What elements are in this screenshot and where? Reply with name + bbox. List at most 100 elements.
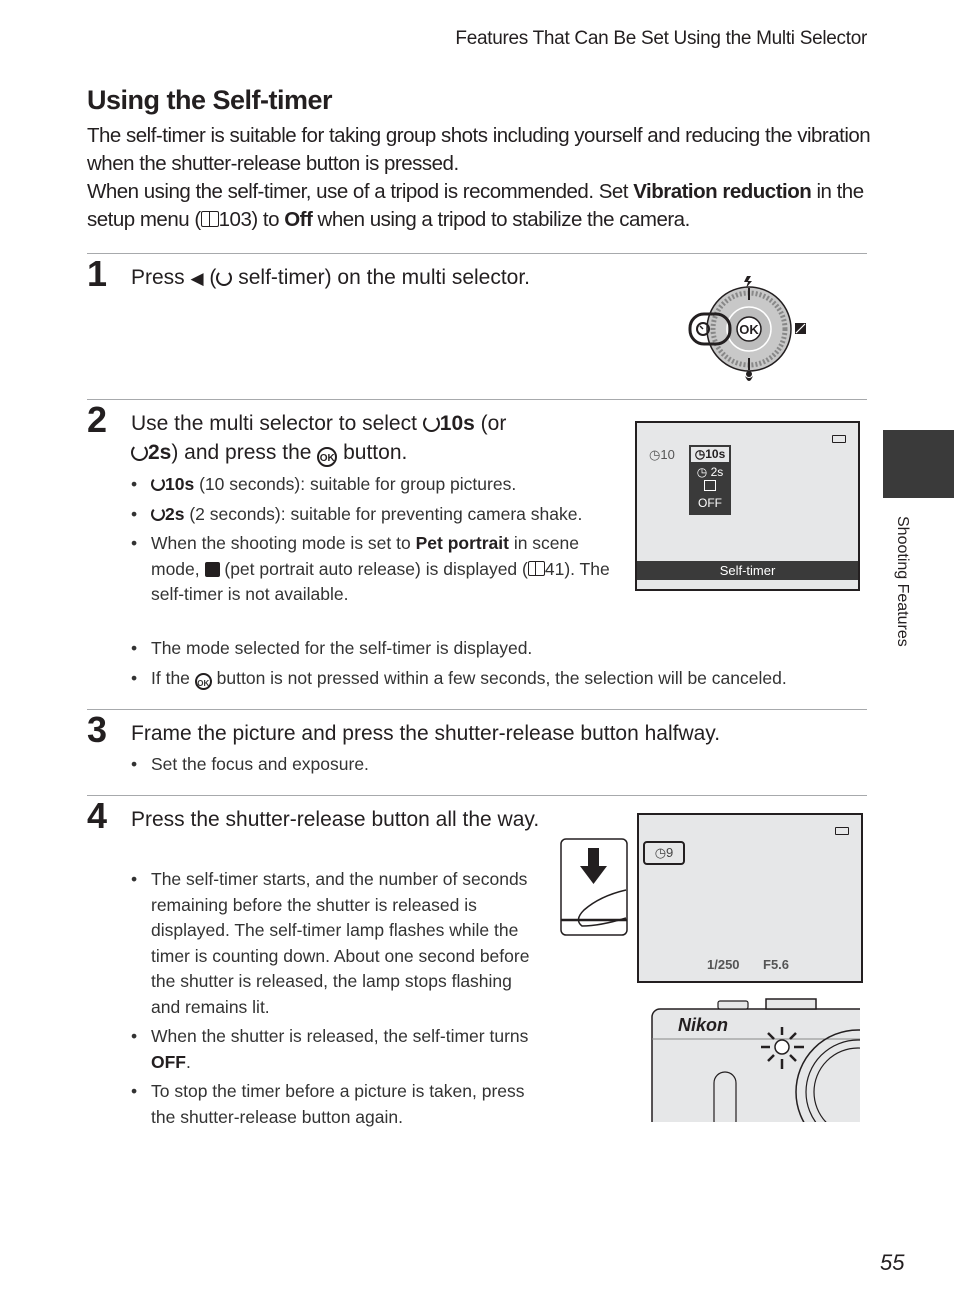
off-term: Off: [284, 208, 313, 231]
shutter-press-diagram: [560, 838, 628, 936]
timer-2s-option: 2s: [148, 441, 172, 464]
step-1-title: Press ◀ ( self-timer) on the multi selec…: [131, 263, 530, 293]
menu-option-label: 10s: [705, 447, 726, 461]
menu-option-selected[interactable]: ◷10s: [691, 447, 729, 462]
menu-option-label: OFF: [698, 496, 722, 510]
step-3-bullets: Set the focus and exposure.: [131, 752, 831, 782]
intro-paragraph-2: When using the self-timer, use of a trip…: [87, 178, 877, 234]
step-number: 1: [87, 253, 108, 294]
pet-portrait-icon: [204, 561, 220, 577]
battery-icon: [832, 435, 846, 443]
step-text-run: (: [203, 266, 217, 289]
step-text-run: Use the multi selector to select: [131, 412, 423, 435]
bullet-text: (10 seconds): suitable for group picture…: [194, 474, 517, 494]
step-text-run: (or: [474, 412, 507, 435]
self-timer-icon: [151, 506, 165, 521]
screen-caption: Self-timer: [637, 561, 858, 580]
page-reference[interactable]: 41: [545, 559, 564, 579]
ok-label: OK: [739, 322, 759, 337]
step-2-title: Use the multi selector to select 10s (or…: [131, 409, 601, 467]
countdown-value: 9: [666, 845, 674, 860]
bullet-term: 2s: [165, 503, 185, 524]
intro-text: The self-timer is suitable for taking gr…: [87, 122, 877, 234]
menu-option[interactable]: ◷ 2s: [689, 464, 731, 480]
list-item: If the OK button is not pressed within a…: [131, 666, 871, 692]
bullet-text: To stop the timer before a picture is ta…: [151, 1081, 525, 1127]
ok-button-icon: OK: [317, 447, 338, 467]
bullet-text: The self-timer starts, and the number of…: [151, 869, 530, 1017]
step-4-title: Press the shutter-release button all the…: [131, 808, 540, 831]
countdown-indicator: ◷9: [643, 841, 685, 865]
intro-text-run: when using a tripod to stabilize the cam…: [312, 208, 691, 231]
status-value: 10: [660, 447, 675, 462]
left-arrow-icon: ◀: [190, 269, 204, 288]
self-timer-menu: ◷10s ◷ 2s OFF: [689, 445, 731, 515]
bullet-text: The mode selected for the self-timer is …: [151, 638, 533, 658]
step-text-run: self-timer) on the multi selector.: [232, 266, 531, 289]
bullet-text: Set the focus and exposure.: [151, 754, 369, 774]
step-3-title: Frame the picture and press the shutter-…: [131, 722, 721, 745]
bullet-text: When the shooting mode is set to: [151, 533, 416, 553]
bullet-text: (pet portrait auto release) is displayed…: [219, 558, 528, 579]
camera-screen-self-timer-menu: ◷10 ◷10s ◷ 2s OFF Self-timer: [635, 421, 860, 591]
bullet-term: 10s: [165, 474, 195, 494]
camera-screen-countdown: ◷9 1/250 F5.6: [637, 813, 863, 983]
bullet-term: Pet portrait: [415, 533, 509, 553]
ok-button-icon: OK: [194, 672, 212, 690]
bullet-text: button is not pressed within a few secon…: [211, 667, 787, 688]
list-item: 10s (10 seconds): suitable for group pic…: [131, 472, 611, 498]
bullet-text: If the: [151, 667, 195, 688]
divider: [87, 399, 867, 400]
macro-icon: [745, 371, 753, 381]
book-icon: [200, 211, 219, 227]
list-item: To stop the timer before a picture is ta…: [131, 1079, 541, 1130]
camera-front-illustration: Nikon: [648, 997, 860, 1122]
step-2-bullets: 10s (10 seconds): suitable for group pic…: [131, 472, 611, 612]
bullet-term: OFF: [151, 1051, 186, 1072]
battery-icon: [835, 827, 849, 835]
bullet-text: (2 seconds): suitable for preventing cam…: [184, 503, 583, 524]
page-number: 55: [880, 1250, 905, 1275]
list-item: The self-timer starts, and the number of…: [131, 867, 541, 1020]
self-timer-icon: [151, 477, 165, 491]
section-label: Shooting Features: [894, 516, 911, 647]
step-number: 4: [87, 795, 108, 836]
shutter-speed: 1/250: [707, 957, 740, 972]
flash-icon: [744, 276, 752, 288]
vibration-reduction-term: Vibration reduction: [633, 180, 812, 203]
menu-option-label: 2s: [710, 465, 724, 479]
camera-brand-logo: Nikon: [678, 1015, 729, 1035]
divider: [87, 795, 867, 796]
section-tab[interactable]: [883, 430, 954, 498]
menu-option[interactable]: OFF: [689, 495, 731, 511]
page-title: Using the Self-timer: [87, 85, 333, 115]
book-icon: [527, 560, 545, 576]
self-timer-icon: [422, 415, 440, 432]
bullet-text: .: [186, 1051, 191, 1072]
step-number: 2: [87, 399, 108, 440]
intro-text-run: When using the self-timer, use of a trip…: [87, 180, 634, 203]
divider: [87, 709, 867, 710]
step-2-bullets-wide: The mode selected for the self-timer is …: [131, 636, 871, 695]
step-4-bullets: The self-timer starts, and the number of…: [131, 867, 541, 1134]
bullet-text: When the shutter is released, the self-t…: [151, 1026, 529, 1046]
intro-paragraph-1: The self-timer is suitable for taking gr…: [87, 124, 871, 175]
menu-option-pet[interactable]: [689, 480, 731, 495]
timer-10s-option: 10s: [439, 412, 475, 435]
aperture: F5.6: [763, 957, 790, 972]
step-text-run: ) and press the: [171, 441, 318, 464]
pet-release-icon: [704, 480, 716, 491]
self-timer-status: ◷10: [649, 447, 675, 462]
list-item: The mode selected for the self-timer is …: [131, 636, 871, 662]
list-item: When the shutter is released, the self-t…: [131, 1024, 541, 1075]
divider: [87, 253, 867, 254]
page-reference[interactable]: 103: [219, 208, 252, 231]
multi-selector-diagram: OK: [688, 276, 806, 381]
exposure-compensation-icon: [795, 323, 806, 334]
list-item: When the shooting mode is set to Pet por…: [131, 531, 611, 608]
step-text-run: Press: [131, 266, 191, 289]
intro-text-run: ) to: [251, 208, 285, 231]
self-timer-icon: [216, 270, 233, 286]
list-item: 2s (2 seconds): suitable for preventing …: [131, 502, 611, 528]
step-number: 3: [87, 709, 108, 750]
